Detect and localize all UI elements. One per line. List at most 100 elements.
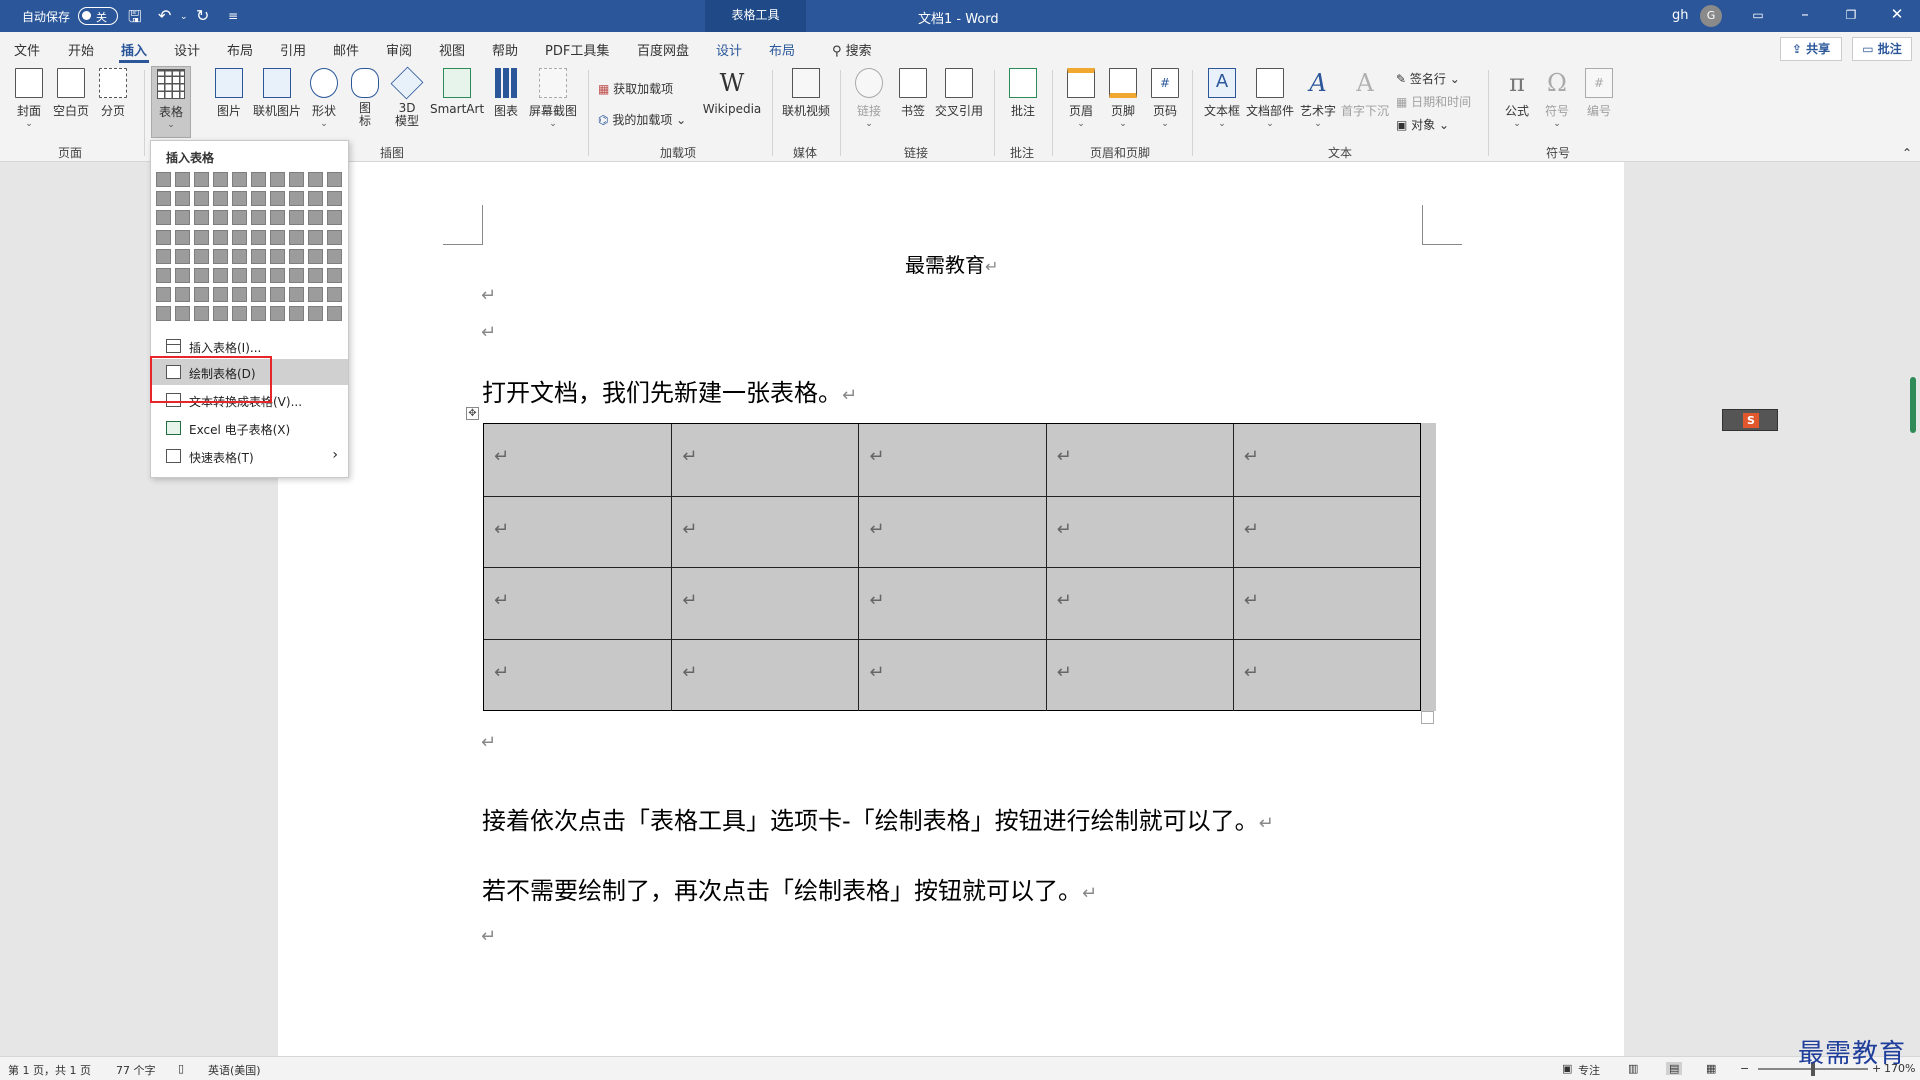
grid-cell[interactable] <box>194 191 209 207</box>
blank-page-button[interactable]: 空白页 <box>52 68 90 119</box>
quick-parts-button[interactable]: 文档部件 ⌄ <box>1246 68 1294 129</box>
tab-mailings[interactable]: 邮件 <box>333 40 359 59</box>
table-resize-handle[interactable] <box>1421 711 1434 724</box>
grid-cell[interactable] <box>232 248 247 264</box>
table-cell[interactable]: ↵ <box>858 424 1045 496</box>
grid-cell[interactable] <box>327 210 342 226</box>
undo-dropdown-icon[interactable]: ⌄ <box>180 12 188 22</box>
grid-cell[interactable] <box>175 268 190 283</box>
drop-cap-button[interactable]: A 首字下沉 <box>1340 68 1390 119</box>
grid-cell[interactable] <box>270 229 285 245</box>
table-cell[interactable]: ↵ <box>1045 424 1233 496</box>
grid-cell[interactable] <box>175 172 190 187</box>
3d-models-button[interactable]: 3D 模型 <box>390 66 424 128</box>
tab-view[interactable]: 视图 <box>439 40 465 59</box>
grid-cell[interactable] <box>289 191 304 207</box>
grid-cell[interactable] <box>308 210 323 226</box>
icons-button[interactable]: 图标 <box>350 68 380 128</box>
tab-pdf-tools[interactable]: PDF工具集 <box>545 40 609 59</box>
online-pictures-button[interactable]: 联机图片 <box>252 68 302 119</box>
grid-cell[interactable] <box>289 287 304 303</box>
grid-cell[interactable] <box>270 210 285 226</box>
date-time-button[interactable]: ▦ 日期和时间 <box>1396 93 1471 110</box>
grid-cell[interactable] <box>213 248 228 264</box>
redo-icon[interactable]: ↻ <box>196 6 209 25</box>
table-cell[interactable]: ↵ <box>1232 639 1420 711</box>
grid-cell[interactable] <box>156 287 171 303</box>
wikipedia-button[interactable]: W Wikipedia <box>700 68 764 116</box>
page-count[interactable]: 第 1 页，共 1 页 <box>8 1062 91 1078</box>
get-addins-button[interactable]: ▦ 获取加载项 <box>598 80 673 97</box>
tab-help[interactable]: 帮助 <box>492 40 518 59</box>
tab-home[interactable]: 开始 <box>68 40 94 59</box>
ribbon-display-options-icon[interactable]: ▭ <box>1743 8 1773 22</box>
focus-mode[interactable]: 专注 <box>1578 1062 1600 1078</box>
grid-cell[interactable] <box>194 306 209 322</box>
grid-cell[interactable] <box>289 229 304 245</box>
grid-cell[interactable] <box>175 287 190 303</box>
grid-cell[interactable] <box>232 268 247 283</box>
grid-cell[interactable] <box>289 172 304 187</box>
table-cell[interactable]: ↵ <box>671 496 858 568</box>
read-mode-icon[interactable]: ▥ <box>1628 1062 1638 1075</box>
proofing-icon[interactable]: ▯ <box>178 1062 184 1075</box>
grid-cell[interactable] <box>175 210 190 226</box>
grid-cell[interactable] <box>194 210 209 226</box>
object-button[interactable]: ▣ 对象 ⌄ <box>1396 116 1449 133</box>
grid-cell[interactable] <box>194 229 209 245</box>
grid-cell[interactable] <box>175 306 190 322</box>
grid-cell[interactable] <box>156 248 171 264</box>
table-cell[interactable]: ↵ <box>671 639 858 711</box>
language[interactable]: 英语(美国) <box>208 1062 261 1078</box>
grid-cell[interactable] <box>213 287 228 303</box>
undo-icon[interactable]: ↶ <box>158 6 171 25</box>
grid-cell[interactable] <box>251 191 266 207</box>
page-number-button[interactable]: # 页码 ⌄ <box>1148 68 1182 129</box>
table-cell[interactable]: ↵ <box>484 640 671 712</box>
symbol-button[interactable]: Ω 符号 ⌄ <box>1540 68 1574 129</box>
comments-button[interactable]: ▭ 批注 <box>1852 37 1912 61</box>
grid-cell[interactable] <box>251 306 266 322</box>
grid-cell[interactable] <box>308 306 323 322</box>
tab-layout[interactable]: 布局 <box>227 40 253 59</box>
quick-tables-menu-item[interactable]: 快速表格(T) › <box>151 443 348 469</box>
restore-icon[interactable]: ❐ <box>1836 8 1866 22</box>
number-button[interactable]: # 编号 <box>1582 68 1616 119</box>
grid-cell[interactable] <box>194 287 209 303</box>
grid-cell[interactable] <box>213 191 228 207</box>
table-cell[interactable]: ↵ <box>858 639 1045 711</box>
grid-cell[interactable] <box>232 210 247 226</box>
grid-cell[interactable] <box>327 229 342 245</box>
tab-baidu-netdisk[interactable]: 百度网盘 <box>637 40 689 59</box>
online-video-button[interactable]: 联机视频 <box>780 68 832 119</box>
grid-cell[interactable] <box>270 268 285 283</box>
table-cell[interactable]: ↵ <box>671 424 858 496</box>
tab-table-design[interactable]: 设计 <box>716 40 742 59</box>
wordart-button[interactable]: A 艺术字 ⌄ <box>1298 68 1338 129</box>
grid-cell[interactable] <box>175 248 190 264</box>
table-cell[interactable]: ↵ <box>1045 568 1233 640</box>
link-button[interactable]: 链接 ⌄ <box>852 68 886 129</box>
grid-cell[interactable] <box>232 172 247 187</box>
tab-design[interactable]: 设计 <box>174 40 200 59</box>
tab-table-layout[interactable]: 布局 <box>769 40 795 59</box>
grid-cell[interactable] <box>289 306 304 322</box>
grid-cell[interactable] <box>232 287 247 303</box>
table-cell[interactable]: ↵ <box>671 568 858 640</box>
grid-cell[interactable] <box>251 229 266 245</box>
ime-toolbar[interactable]: S <box>1722 409 1778 431</box>
table-cell[interactable]: ↵ <box>858 568 1045 640</box>
grid-cell[interactable] <box>308 191 323 207</box>
grid-cell[interactable] <box>308 229 323 245</box>
table-cell[interactable]: ↵ <box>484 568 671 640</box>
equation-button[interactable]: π 公式 ⌄ <box>1500 68 1534 129</box>
my-addins-button[interactable]: ⌬ 我的加载项 ⌄ <box>598 111 686 128</box>
excel-spreadsheet-menu-item[interactable]: Excel 电子表格(X) <box>151 415 348 441</box>
grid-cell[interactable] <box>194 268 209 283</box>
grid-cell[interactable] <box>156 172 171 187</box>
table-cell[interactable]: ↵ <box>1045 639 1233 711</box>
insert-comment-button[interactable]: 批注 <box>1006 68 1040 119</box>
tab-insert[interactable]: 插入 <box>118 40 150 63</box>
save-icon[interactable]: 🖫 <box>128 6 142 33</box>
grid-cell[interactable] <box>251 210 266 226</box>
